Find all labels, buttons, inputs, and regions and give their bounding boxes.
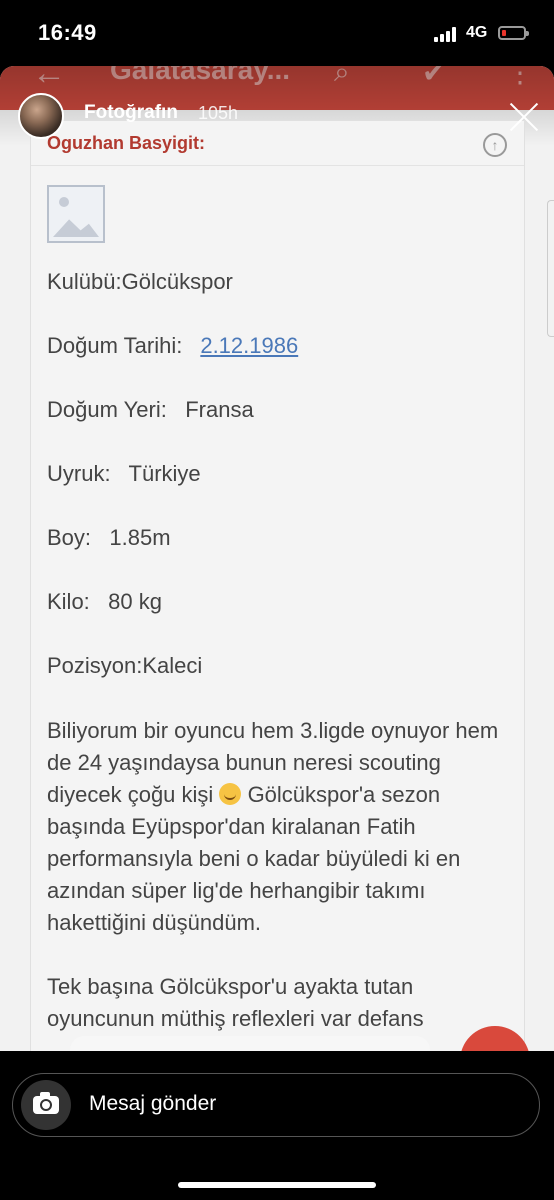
- battery-icon: [498, 26, 529, 40]
- broken-image-icon: [47, 185, 105, 243]
- post-paragraph-2: Tek başına Gölcükspor'u ayakta tutan oyu…: [47, 974, 424, 1031]
- search-icon: ⌕: [334, 66, 350, 87]
- app-title: Galatasaray...: [110, 66, 291, 85]
- post-paragraph-1: Biliyorum bir oyuncu hem 3.ligde oynuyor…: [47, 715, 517, 939]
- network-label: 4G: [466, 24, 488, 41]
- camera-button[interactable]: [21, 1080, 71, 1130]
- birth-date-label: Doğum Tarihi:: [47, 333, 183, 358]
- check-circle-icon: ✔: [422, 66, 446, 88]
- message-input[interactable]: Mesaj gönder: [12, 1073, 540, 1137]
- story-content[interactable]: ← Galatasaray... ⌕ ✔ ⋮ Oguzhan Basyigit:…: [0, 66, 554, 1051]
- message-placeholder: Mesaj gönder: [89, 1092, 217, 1115]
- story-time: 105h: [198, 103, 239, 123]
- forum-post-card: Oguzhan Basyigit: ↑ Kulübü:Gölcükspor Do…: [30, 120, 525, 1051]
- nationality-value: Türkiye: [128, 461, 201, 486]
- home-indicator[interactable]: [178, 1182, 376, 1188]
- arrow-left-icon: ←: [32, 66, 66, 92]
- position-line: Pozisyon:Kaleci: [47, 653, 203, 678]
- post-author: Oguzhan Basyigit:: [47, 133, 206, 153]
- nationality-line: Uyruk: Türkiye: [47, 461, 201, 487]
- more-vert-icon: ⋮: [506, 66, 534, 88]
- reply-sticker: [70, 1036, 430, 1051]
- weight-value: 80 kg: [108, 589, 162, 614]
- weight-label: Kilo:: [47, 589, 90, 614]
- nationality-label: Uyruk:: [47, 461, 111, 486]
- bottom-bar: Mesaj gönder: [0, 1051, 554, 1200]
- status-time: 16:49: [38, 20, 97, 45]
- divider: [31, 165, 524, 166]
- edge-handle: [547, 200, 554, 337]
- arrow-up-circle-icon: ↑: [483, 133, 507, 157]
- smiling-face-emoji-icon: [219, 783, 242, 805]
- birth-date-link[interactable]: 2.12.1986: [200, 333, 298, 358]
- camera-icon: [33, 1092, 59, 1114]
- avatar[interactable]: [18, 93, 64, 139]
- club-line: Kulübü:Gölcükspor: [47, 269, 233, 294]
- birth-date-line: Doğum Tarihi: 2.12.1986: [47, 333, 298, 359]
- status-bar: 16:49 4G: [0, 0, 554, 66]
- height-line: Boy: 1.85m: [47, 525, 171, 551]
- weight-line: Kilo: 80 kg: [47, 589, 162, 615]
- birthplace-line: Doğum Yeri: Fransa: [47, 397, 254, 423]
- birthplace-label: Doğum Yeri:: [47, 397, 167, 422]
- height-value: 1.85m: [109, 525, 171, 550]
- story-username[interactable]: Fotoğrafın: [84, 102, 178, 124]
- signal-icon: [434, 26, 460, 42]
- close-icon[interactable]: [507, 100, 541, 134]
- height-label: Boy:: [47, 525, 92, 550]
- birthplace-value: Fransa: [185, 397, 254, 422]
